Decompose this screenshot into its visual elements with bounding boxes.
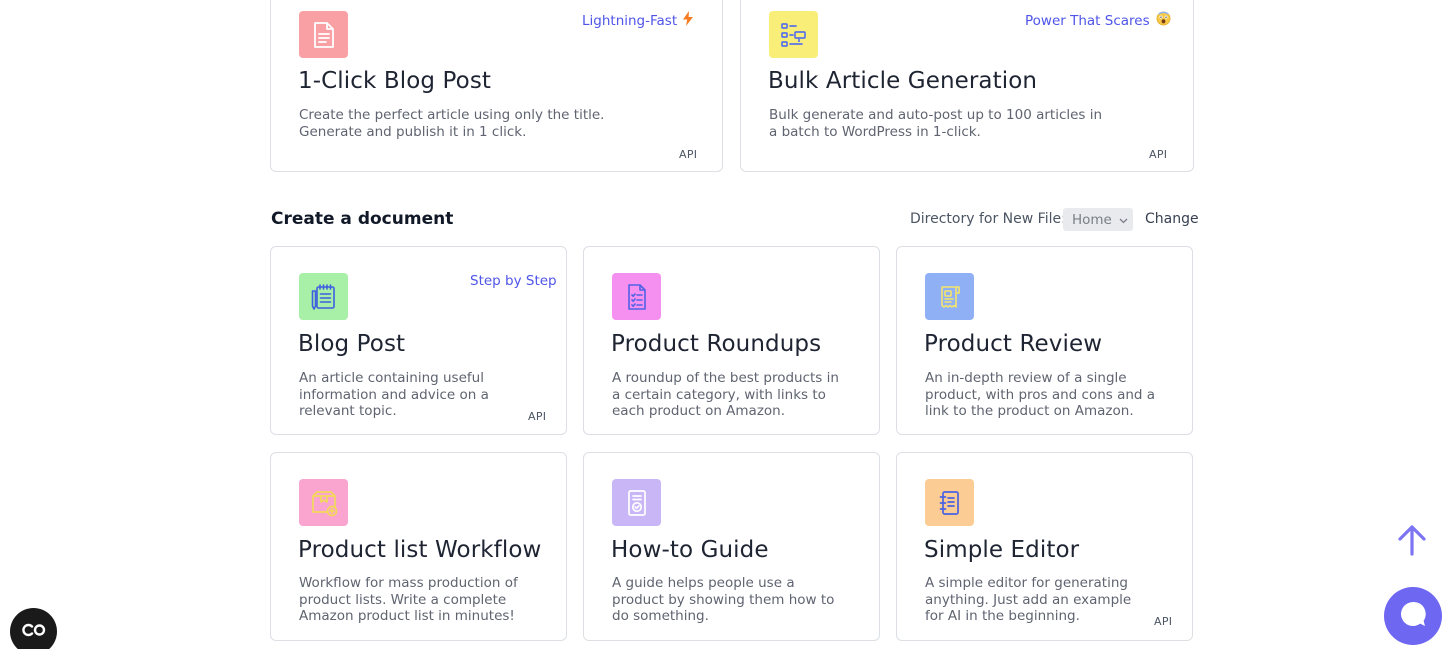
cookie-logo-icon — [21, 622, 47, 641]
card-product-list-workflow[interactable]: Product list Workflow Workflow for mass … — [270, 452, 567, 641]
box-add-icon — [299, 479, 348, 526]
card-product-roundups[interactable]: Product Roundups A roundup of the best p… — [583, 246, 880, 435]
card-product-review[interactable]: Product Review An in-depth review of a s… — [896, 246, 1193, 435]
card-title: Bulk Article Generation — [768, 68, 1038, 94]
card-simple-editor[interactable]: Simple Editor A simple editor for genera… — [896, 452, 1193, 641]
notebook-icon — [925, 479, 974, 526]
card-description: Bulk generate and auto-post up to 100 ar… — [769, 107, 1103, 140]
api-label: API — [679, 148, 698, 161]
chat-icon — [1398, 599, 1428, 633]
card-title: Product Roundups — [611, 331, 822, 357]
directory-label: Directory for New File: — [910, 211, 1066, 227]
card-bulk-article-generation[interactable]: Power That Scares Bulk Article Generatio… — [740, 0, 1194, 172]
guide-check-icon — [612, 479, 661, 526]
cookie-consent-button[interactable] — [10, 608, 57, 649]
badge-power-that-scares: Power That Scares — [1025, 11, 1171, 30]
document-icon — [299, 11, 348, 58]
card-description: Workflow for mass production of product … — [299, 575, 518, 624]
card-title: Product Review — [924, 331, 1103, 357]
card-description: A simple editor for generating anything.… — [925, 575, 1132, 624]
badge-lightning-fast: Lightning-Fast — [582, 11, 694, 30]
lightning-icon — [683, 11, 694, 30]
notepad-icon — [299, 273, 348, 320]
card-description: Create the perfect article using only th… — [299, 107, 605, 140]
chat-widget-button[interactable] — [1384, 587, 1442, 645]
chevron-down-icon — [1119, 212, 1128, 228]
api-label: API — [1154, 615, 1173, 628]
card-how-to-guide[interactable]: How-to Guide A guide helps people use a … — [583, 452, 880, 641]
api-label: API — [528, 410, 547, 423]
badge-step-by-step: Step by Step — [470, 273, 557, 289]
badge-label: Step by Step — [470, 273, 557, 289]
card-1-click-blog-post[interactable]: Lightning-Fast 1-Click Blog Post Create … — [270, 0, 723, 172]
flowchart-icon — [769, 11, 818, 58]
card-title: How-to Guide — [611, 537, 769, 563]
card-title: Blog Post — [298, 331, 406, 357]
card-title: Simple Editor — [924, 537, 1080, 563]
card-description: An in-depth review of a single product, … — [925, 370, 1156, 419]
section-title: Create a document — [271, 209, 454, 229]
scroll-to-top-button[interactable] — [1396, 523, 1428, 557]
card-title: Product list Workflow — [298, 537, 542, 563]
change-directory-link[interactable]: Change — [1145, 211, 1199, 227]
directory-select[interactable]: Home — [1063, 208, 1133, 231]
badge-label: Power That Scares — [1025, 12, 1150, 29]
scared-face-emoji-icon — [1156, 11, 1171, 30]
arrow-up-icon — [1396, 525, 1428, 561]
card-description: A guide helps people use a product by sh… — [612, 575, 835, 624]
card-blog-post[interactable]: Step by Step Blog Post An article contai… — [270, 246, 567, 435]
card-description: A roundup of the best products in a cert… — [612, 370, 839, 419]
api-label: API — [1149, 148, 1168, 161]
card-title: 1-Click Blog Post — [298, 68, 492, 94]
directory-value: Home — [1072, 211, 1112, 228]
checklist-icon — [612, 273, 661, 320]
badge-label: Lightning-Fast — [582, 12, 678, 29]
card-description: An article containing useful information… — [299, 370, 489, 419]
receipt-icon — [925, 273, 974, 320]
